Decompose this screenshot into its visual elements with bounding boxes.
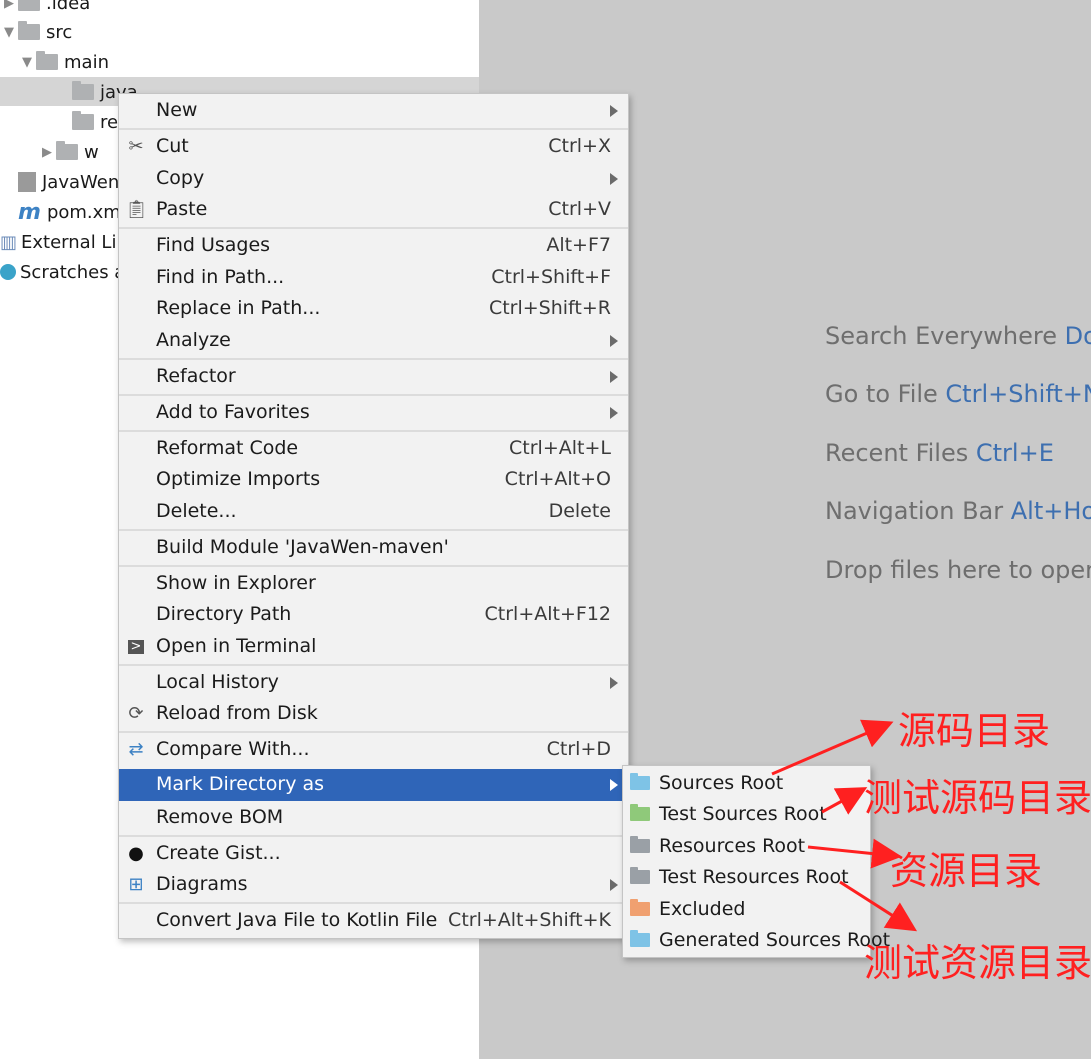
annotation-test-sources: 测试源码目录 [864,776,1091,820]
annotation-arrows [771,719,918,932]
annotation-test-resources: 测试资源目录 [864,941,1091,985]
annotation-sources: 源码目录 [898,709,1051,753]
arrow-to-test-sources-root [821,787,868,815]
arrow-to-resources-root [807,838,902,869]
annotation-resources: 资源目录 [890,849,1043,893]
